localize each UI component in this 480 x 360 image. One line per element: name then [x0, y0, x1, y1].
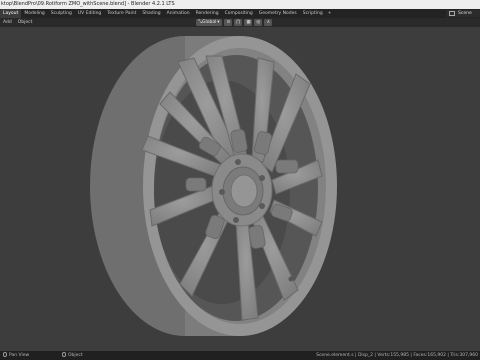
menu-object[interactable]: Object	[15, 18, 36, 27]
tab-rendering[interactable]: Rendering	[193, 9, 222, 18]
snap-button[interactable]: ⋂	[234, 19, 243, 26]
tab-modeling[interactable]: Modeling	[21, 9, 47, 18]
3d-viewport[interactable]	[0, 27, 480, 351]
pivot-button[interactable]: ⊙	[224, 19, 233, 26]
window-titlebar: ktop\BlendPro\09.Rotiform ZMO_withScene.…	[0, 0, 480, 9]
proportional-edit-button[interactable]: ◎	[254, 19, 263, 26]
status-pan-hint: Pan View	[3, 351, 29, 360]
scene-name: Scene	[458, 11, 472, 16]
window-title: ktop\BlendPro\09.Rotiform ZMO_withScene.…	[1, 1, 175, 7]
valve-hole	[288, 276, 294, 282]
center-cap	[230, 174, 258, 208]
snap-target-button[interactable]: ▦	[244, 19, 253, 26]
tab-compositing[interactable]: Compositing	[222, 9, 256, 18]
scene-statistics: Scene.element.s | Disp_2 | Verts:155,985…	[316, 353, 478, 358]
tab-geometry-nodes[interactable]: Geometry Nodes	[256, 9, 300, 18]
tab-scripting[interactable]: Scripting	[300, 9, 326, 18]
wheel-render	[90, 36, 337, 336]
chevron-down-icon: ▾	[217, 20, 220, 25]
add-workspace-button[interactable]: +	[326, 9, 334, 18]
orientation-dropdown[interactable]: ⤡ Global ▾	[196, 19, 223, 26]
workspace-tabs: Layout Modeling Sculpting UV Editing Texture…	[0, 9, 480, 18]
status-bar: Pan View Object Scene.element.s | Disp_2…	[0, 351, 480, 360]
magnet-icon: ⋂	[236, 20, 241, 25]
mouse-icon	[62, 352, 66, 357]
tab-layout[interactable]: Layout	[0, 9, 22, 18]
pivot-icon: ⊙	[226, 20, 231, 25]
scene-icon	[449, 11, 455, 16]
tab-sculpting[interactable]: Sculpting	[48, 9, 75, 18]
falloff-icon: ∧	[266, 20, 270, 25]
orientation-label: Global	[202, 20, 217, 25]
tab-uv-editing[interactable]: UV Editing	[75, 9, 104, 18]
tab-texture-paint[interactable]: Texture Paint	[104, 9, 139, 18]
tab-shading[interactable]: Shading	[139, 9, 163, 18]
proportional-icon: ◎	[256, 20, 261, 25]
status-object-hint: Object	[62, 351, 83, 360]
menu-add[interactable]: Add	[0, 18, 15, 27]
transform-tools: ⤡ Global ▾ ⊙ ⋂ ▦ ◎ ∧	[196, 19, 273, 26]
scene-selector[interactable]: Scene	[446, 10, 480, 17]
grid-icon: ▦	[246, 20, 251, 25]
falloff-button[interactable]: ∧	[264, 19, 273, 26]
mouse-icon	[3, 352, 7, 357]
tab-animation[interactable]: Animation	[164, 9, 193, 18]
